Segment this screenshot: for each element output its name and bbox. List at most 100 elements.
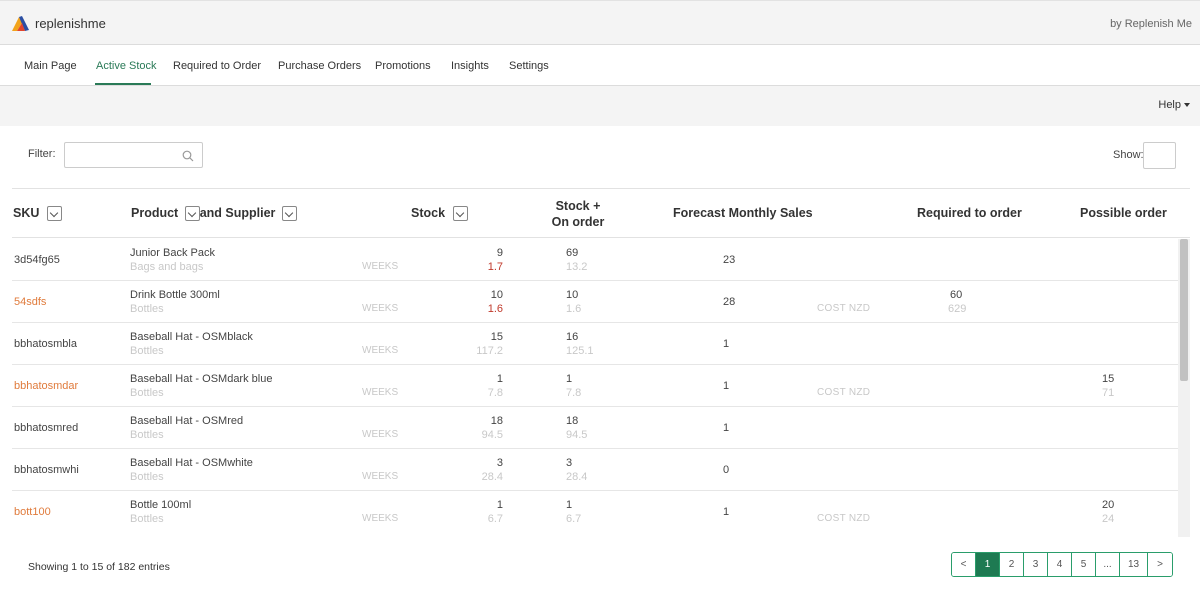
sku-cell[interactable]: bott100 xyxy=(14,506,51,518)
stock-weeks: 7.8 xyxy=(487,387,503,399)
main-nav: Main Page Active Stock Required to Order… xyxy=(0,46,1200,86)
brand[interactable]: replenishme xyxy=(12,16,106,31)
stock-weeks: 117.2 xyxy=(476,345,503,357)
stock-on-order-value: 16 xyxy=(566,331,579,343)
supplier-sort-icon[interactable] xyxy=(281,206,297,222)
show-label: Show: xyxy=(1113,149,1144,161)
product-name: Junior Back Pack xyxy=(130,247,215,259)
nav-purchase-orders[interactable]: Purchase Orders xyxy=(278,60,361,72)
pagination-prev[interactable]: < xyxy=(952,553,976,576)
sku-cell: 3d54fg65 xyxy=(14,254,60,266)
pagination-page[interactable]: 3 xyxy=(1024,553,1048,576)
product-name: Drink Bottle 300ml xyxy=(130,289,220,301)
header-forecast: Forecast Monthly Sales xyxy=(673,206,813,220)
show-entries-input[interactable] xyxy=(1143,142,1176,169)
stock-weeks: 6.7 xyxy=(487,513,503,525)
stock-value: 3 xyxy=(496,457,503,469)
pagination-page[interactable]: 5 xyxy=(1072,553,1096,576)
stock-on-order-weeks: 28.4 xyxy=(566,471,588,483)
pagination-next[interactable]: > xyxy=(1148,553,1172,576)
table-row[interactable]: 54sdfs Drink Bottle 300ml Bottles WEEKS 10 1.… xyxy=(12,281,1178,323)
pagination-page[interactable]: 13 xyxy=(1120,553,1148,576)
filter-input[interactable] xyxy=(64,142,203,168)
nav-required-to-order[interactable]: Required to Order xyxy=(173,60,261,72)
stock-sort-icon[interactable] xyxy=(452,206,468,222)
supplier-name: Bottles xyxy=(130,345,164,357)
stock-value: 1 xyxy=(496,499,503,511)
pagination-page[interactable]: 1 xyxy=(976,553,1000,576)
header-possible: Possible order xyxy=(1080,206,1167,220)
weeks-label: WEEKS xyxy=(362,345,399,356)
stock-on-order-weeks: 6.7 xyxy=(566,513,582,525)
nav-main-page[interactable]: Main Page xyxy=(24,60,77,72)
required-cost: 629 xyxy=(948,303,967,315)
filter-label: Filter: xyxy=(28,148,56,160)
table-row[interactable]: bott100 Bottle 100ml Bottles WEEKS 1 6.7 1 6.7 1… xyxy=(12,491,1178,531)
entries-info: Showing 1 to 15 of 182 entries xyxy=(28,561,170,573)
stock-weeks: 1.6 xyxy=(487,303,503,315)
nav-settings[interactable]: Settings xyxy=(509,60,549,72)
cost-label: COST NZD xyxy=(817,387,871,398)
stock-on-order-value: 1 xyxy=(566,373,573,385)
sku-sort-icon[interactable] xyxy=(46,206,62,222)
table-header: SKU Product and Supplier Stock Stock + O… xyxy=(12,188,1190,238)
sku-cell[interactable]: bbhatosmdar xyxy=(14,380,78,392)
stock-on-order-weeks: 94.5 xyxy=(566,429,588,441)
supplier-name: Bottles xyxy=(130,387,164,399)
weeks-label: WEEKS xyxy=(362,261,399,272)
product-name: Baseball Hat - OSMred xyxy=(130,415,244,427)
help-dropdown[interactable]: Help xyxy=(1158,99,1190,111)
cost-label: COST NZD xyxy=(817,303,871,314)
table-row[interactable]: 3d54fg65 Junior Back Pack Bags and bags WEE… xyxy=(12,239,1178,281)
sku-cell[interactable]: 54sdfs xyxy=(14,296,46,308)
supplier-name: Bottles xyxy=(130,471,164,483)
table-scrollbar[interactable] xyxy=(1178,239,1190,537)
stock-value: 18 xyxy=(490,415,503,427)
pagination-page: ... xyxy=(1096,553,1120,576)
stock-weeks: 94.5 xyxy=(481,429,503,441)
table-row[interactable]: bbhatosmwhi Baseball Hat - OSMwhite Bottle… xyxy=(12,449,1178,491)
pagination-page[interactable]: 2 xyxy=(1000,553,1024,576)
nav-promotions[interactable]: Promotions xyxy=(375,60,431,72)
app-name: replenishme xyxy=(35,16,106,31)
table-row[interactable]: bbhatosmbla Baseball Hat - OSMblack Bottle… xyxy=(12,323,1178,365)
stock-on-order-value: 10 xyxy=(566,289,579,301)
stock-on-order-weeks: 125.1 xyxy=(566,345,594,357)
supplier-name: Bottles xyxy=(130,429,164,441)
header-stock-label: Stock xyxy=(411,206,446,220)
top-bar: replenishme by Replenish Me xyxy=(0,0,1200,45)
table-body: 3d54fg65 Junior Back Pack Bags and bags WEE… xyxy=(12,239,1178,531)
weeks-label: WEEKS xyxy=(362,387,399,398)
stock-on-order-value: 3 xyxy=(566,457,573,469)
product-name: Baseball Hat - OSMblack xyxy=(130,331,253,343)
forecast-value: 23 xyxy=(723,254,736,266)
table-row[interactable]: bbhatosmdar Baseball Hat - OSMdark blue Bo… xyxy=(12,365,1178,407)
stock-value: 10 xyxy=(490,289,503,301)
header-supplier-label: and Supplier xyxy=(199,206,276,220)
header-stock-on-order: Stock + On order xyxy=(548,198,608,230)
nav-active-stock[interactable]: Active Stock xyxy=(96,60,157,72)
product-sort-icon[interactable] xyxy=(184,206,200,222)
header-required: Required to order xyxy=(917,206,1022,220)
sku-cell: bbhatosmbla xyxy=(14,338,77,350)
nav-insights[interactable]: Insights xyxy=(451,60,489,72)
forecast-value: 1 xyxy=(723,506,730,518)
cost-label: COST NZD xyxy=(817,513,871,524)
forecast-value: 1 xyxy=(723,380,730,392)
possible-value: 15 xyxy=(1102,373,1115,385)
header-sku[interactable]: SKU xyxy=(13,206,62,222)
replenishme-logo-icon xyxy=(12,16,29,31)
table-row[interactable]: bbhatosmred Baseball Hat - OSMred Bottles W… xyxy=(12,407,1178,449)
weeks-label: WEEKS xyxy=(362,513,399,524)
required-value: 60 xyxy=(950,289,963,301)
pagination-page[interactable]: 4 xyxy=(1048,553,1072,576)
header-stock[interactable]: Stock xyxy=(411,206,468,222)
stock-value: 9 xyxy=(496,247,503,259)
forecast-value: 28 xyxy=(723,296,736,308)
stock-weeks: 28.4 xyxy=(481,471,503,483)
stock-on-order-weeks: 7.8 xyxy=(566,387,582,399)
scrollbar-thumb[interactable] xyxy=(1180,239,1188,381)
help-label: Help xyxy=(1158,99,1181,111)
weeks-label: WEEKS xyxy=(362,429,399,440)
stock-on-order-weeks: 1.6 xyxy=(566,303,582,315)
